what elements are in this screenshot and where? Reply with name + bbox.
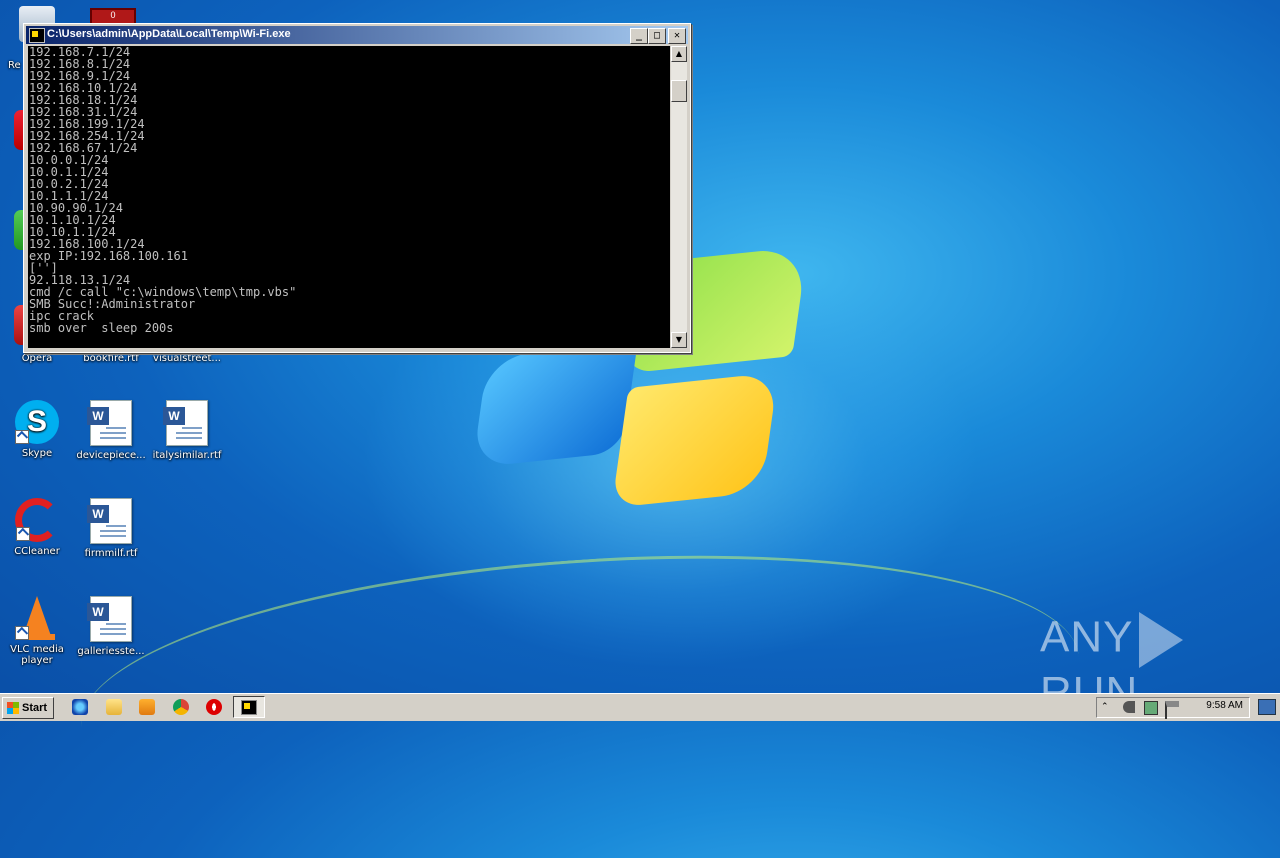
visualstreet-label: visualstreet... [153, 353, 221, 364]
word-document-icon: W [87, 498, 132, 544]
media-player-icon[interactable] [139, 699, 155, 715]
firmmilf-label: firmmilf.rtf [84, 548, 138, 559]
taskbar: Start ⌃ 9:58 AM [0, 693, 1280, 721]
window-title: C:\Users\admin\AppData\Local\Temp\Wi-Fi.… [47, 28, 291, 40]
vlc-cone-icon [15, 596, 59, 640]
scroll-up-arrow-icon[interactable]: ▲ [671, 46, 687, 62]
bookfire-label: bookfire.rtf [83, 353, 139, 364]
watermark-left-text: ANY [1040, 612, 1134, 662]
desktop-icon-firmmilf[interactable]: W firmmilf.rtf [74, 498, 148, 559]
desktop-icon-opera[interactable]: Opera [0, 353, 74, 364]
wallpaper-swoosh [72, 525, 1088, 858]
show-desktop-icon[interactable] [1258, 699, 1276, 715]
desktop-icon-vlc[interactable]: VLC media player [0, 596, 74, 666]
word-document-icon: W [87, 596, 132, 642]
action-center-flag-icon[interactable] [1165, 701, 1179, 719]
console-output-text: 192.168.7.1/24 192.168.8.1/24 192.168.9.… [29, 46, 297, 335]
explorer-icon[interactable] [106, 699, 122, 715]
desktop-icon-skype[interactable]: S Skype [0, 400, 74, 459]
desktop-icon-visualstreet[interactable]: visualstreet... [150, 353, 224, 364]
scroll-thumb[interactable] [671, 80, 687, 102]
scroll-down-arrow-icon[interactable]: ▼ [671, 332, 687, 348]
shortcut-arrow-icon [16, 527, 30, 541]
taskbar-console-button[interactable] [233, 696, 265, 718]
console-output-area[interactable]: 192.168.7.1/24 192.168.8.1/24 192.168.9.… [28, 46, 670, 348]
play-icon [1139, 612, 1184, 668]
ie-icon[interactable] [72, 699, 88, 715]
minimize-button[interactable]: _ [630, 28, 648, 44]
partial-red-label: 0 [110, 10, 116, 20]
desktop-icon-galleriesste[interactable]: W galleriesste... [74, 596, 148, 657]
skype-label: Skype [21, 448, 53, 459]
chrome-icon[interactable] [173, 699, 189, 715]
desktop-icon-devicepiece[interactable]: W devicepiece... [74, 400, 148, 461]
ccleaner-label: CCleaner [14, 546, 60, 557]
desktop-icon-bookfire[interactable]: bookfire.rtf [74, 353, 148, 364]
logo-piece-blue [472, 342, 638, 468]
galleriesste-label: galleriesste... [77, 646, 145, 657]
tray-expand-icon[interactable]: ⌃ [1101, 701, 1113, 713]
logo-piece-yellow [611, 372, 779, 508]
start-button[interactable]: Start [2, 697, 54, 719]
console-app-icon [241, 700, 257, 715]
windows-flag-icon [7, 702, 19, 714]
close-button[interactable]: ✕ [668, 28, 686, 44]
devicepiece-label: devicepiece... [76, 450, 146, 461]
desktop-icon-ccleaner[interactable]: CCleaner [0, 498, 74, 557]
italysimilar-label: italysimilar.rtf [152, 450, 222, 461]
shortcut-arrow-icon [15, 626, 29, 640]
vertical-scrollbar[interactable]: ▲ ▼ [671, 46, 687, 348]
console-window[interactable]: C:\Users\admin\AppData\Local\Temp\Wi-Fi.… [23, 23, 691, 353]
opera-icon[interactable] [206, 699, 222, 715]
ccleaner-icon [15, 498, 59, 542]
network-icon[interactable] [1144, 701, 1158, 715]
window-titlebar[interactable]: C:\Users\admin\AppData\Local\Temp\Wi-Fi.… [26, 26, 688, 44]
opera-label: Opera [21, 353, 53, 364]
word-document-icon: W [87, 400, 132, 446]
maximize-button[interactable]: □ [648, 28, 666, 44]
system-tray: ⌃ 9:58 AM [1096, 697, 1250, 719]
shortcut-arrow-icon [15, 430, 29, 444]
skype-icon: S [15, 400, 59, 444]
recycle-bin-label: Re [8, 60, 21, 71]
clock[interactable]: 9:58 AM [1206, 700, 1243, 711]
start-label: Start [22, 702, 48, 714]
volume-icon[interactable] [1123, 701, 1135, 713]
console-app-icon [29, 28, 45, 43]
vlc-label: VLC media player [10, 644, 64, 666]
desktop-icon-italysimilar[interactable]: W italysimilar.rtf [150, 400, 224, 461]
word-document-icon: W [163, 400, 208, 446]
